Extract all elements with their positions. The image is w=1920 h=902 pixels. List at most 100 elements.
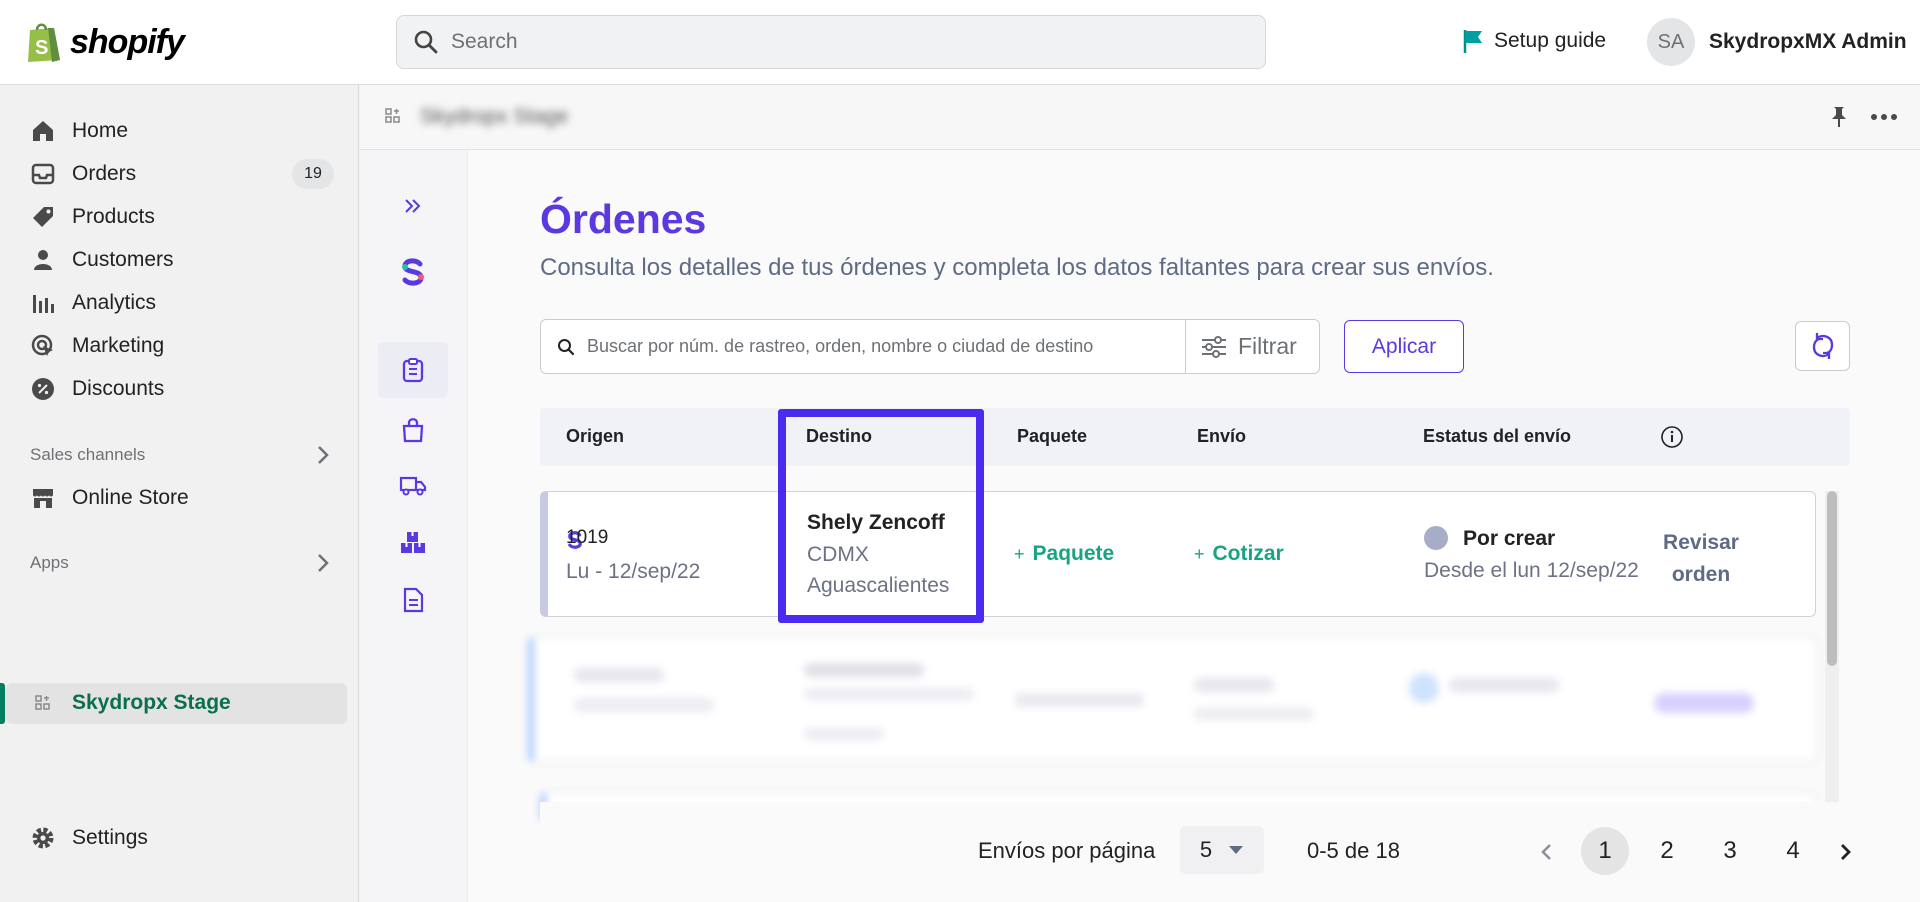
table-row-loading [528,637,1818,762]
more-options-icon[interactable] [1870,113,1898,121]
sidebar: Home Orders 19 Products Customers Analyt… [0,85,359,902]
sidebar-item-online-store[interactable]: Online Store [30,478,189,518]
order-number: 1019 [566,527,609,548]
review-order-link[interactable]: Revisar orden [1659,527,1743,591]
sidebar-item-orders[interactable]: Orders [30,154,136,194]
skydropx-logo [378,244,448,300]
refresh-icon [1808,331,1838,361]
status-since: Desde el lun 12/sep/22 [1424,559,1639,582]
sidebar-item-label: Discounts [72,377,165,400]
sidebar-item-settings[interactable]: Settings [30,818,148,858]
rail-shipments[interactable] [378,458,448,514]
clipboard-icon [401,357,425,383]
orders-search-bar: Filtrar [540,319,1320,374]
destino-column-highlight [778,409,984,623]
page-subtitle: Consulta los detalles de tus órdenes y c… [540,254,1494,281]
rail-packages[interactable] [378,514,448,570]
sidebar-item-customers[interactable]: Customers [30,240,174,280]
setup-guide-label: Setup guide [1494,29,1607,52]
orders-count-badge: 19 [292,159,334,189]
table-header: Origen Destino Paquete Envío Estatus del… [540,408,1850,466]
review-line-2: orden [1671,563,1731,586]
rail-store[interactable] [378,402,448,458]
sidebar-item-label: Online Store [72,486,189,509]
add-package-label: Paquete [1032,542,1115,565]
discount-icon [30,376,56,402]
sidebar-item-label: Marketing [72,334,165,357]
sales-channels-header[interactable]: Sales channels [30,445,330,465]
page-title: Órdenes [540,196,707,242]
rail-documents[interactable] [378,572,448,628]
account-name: SkydropxMX Admin [1709,30,1907,53]
table-row[interactable]: 1019 Lu - 12/sep/22 Shely Zencoff CDMX A… [540,491,1816,617]
orders-icon [30,161,56,187]
global-search[interactable] [396,15,1266,69]
target-icon [30,333,56,359]
shopify-logo[interactable]: S shopify [24,20,185,64]
sidebar-item-discounts[interactable]: Discounts [30,369,164,409]
app-grid-icon [30,690,56,716]
pagination-bar: Envíos por página 5 0-5 de 18 1 2 3 4 [540,802,1900,902]
shopping-bag-icon [401,417,425,443]
account-menu[interactable]: SA SkydropxMX Admin [1647,18,1907,66]
quote-button[interactable]: + Cotizar [1194,542,1284,566]
double-chevron-right-icon [403,197,423,215]
sidebar-item-marketing[interactable]: Marketing [30,326,164,366]
pin-icon[interactable] [1828,105,1850,129]
page-2-button[interactable]: 2 [1643,827,1691,875]
apps-header[interactable]: Apps [30,553,330,573]
sidebar-item-products[interactable]: Products [30,197,155,237]
sidebar-item-label: Analytics [72,291,157,314]
order-number-wrap: 1019 [566,527,608,549]
sliders-icon [1200,335,1228,359]
search-icon [413,29,439,55]
filter-button[interactable]: Filtrar [1185,320,1320,373]
search-input[interactable] [451,30,1211,54]
refresh-button[interactable] [1795,321,1850,371]
column-paquete: Paquete [1017,426,1088,446]
status-label: Por crear [1463,527,1556,550]
orders-search-input[interactable] [587,336,1187,357]
shopify-bag-icon: S [24,20,62,64]
next-page-icon[interactable] [1840,843,1852,861]
setup-guide-button[interactable]: Setup guide [1462,28,1606,54]
person-icon [30,247,56,273]
filter-label: Filtrar [1238,333,1297,359]
caret-down-icon [1228,845,1244,855]
home-icon [30,118,56,144]
truck-icon [399,475,427,497]
expand-rail-button[interactable] [378,178,448,234]
boxes-icon [399,529,427,555]
rail-orders[interactable] [378,342,448,398]
sidebar-item-home[interactable]: Home [30,111,128,151]
sidebar-item-label: Settings [72,826,148,849]
sidebar-item-label: Orders [72,162,137,185]
prev-page-icon[interactable] [1540,843,1552,861]
page-range: 0-5 de 18 [1307,838,1400,863]
search-icon [557,338,575,356]
document-icon [402,587,424,613]
review-line-1: Revisar [1663,531,1739,554]
bar-chart-icon [30,290,56,316]
page-3-button[interactable]: 3 [1706,827,1754,875]
apps-label: Apps [30,553,69,572]
per-page-select[interactable]: 5 [1180,826,1264,874]
sidebar-item-skydropx-stage[interactable]: Skydropx Stage [30,683,231,723]
store-icon [30,485,56,511]
sidebar-item-label: Home [72,119,129,142]
sidebar-active-indicator [0,683,5,724]
page-4-button[interactable]: 4 [1769,827,1817,875]
app-icon-rail [360,150,468,902]
info-icon[interactable] [1660,425,1684,449]
app-header-title: Skydropx Stage [420,105,569,128]
add-package-button[interactable]: + Paquete [1014,542,1114,566]
apply-button[interactable]: Aplicar [1344,320,1464,373]
page-1-button[interactable]: 1 [1581,827,1629,875]
quote-label: Cotizar [1212,542,1284,565]
column-estatus: Estatus del envío [1423,426,1572,446]
scrollbar-thumb[interactable] [1827,491,1837,666]
sidebar-item-label: Skydropx Stage [72,691,231,714]
skydropx-logo-icon [396,255,430,289]
per-page-label: Envíos por página [978,838,1156,863]
sidebar-item-analytics[interactable]: Analytics [30,283,156,323]
